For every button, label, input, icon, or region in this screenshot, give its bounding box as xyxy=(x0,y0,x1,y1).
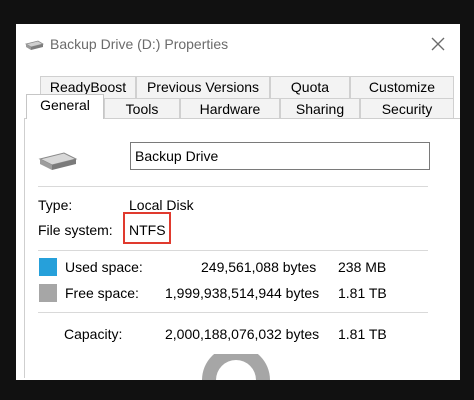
separator xyxy=(38,250,428,251)
tab-security[interactable]: Security xyxy=(360,98,454,120)
tab-tools[interactable]: Tools xyxy=(104,98,180,120)
tab-sharing[interactable]: Sharing xyxy=(280,98,360,120)
close-button[interactable] xyxy=(424,30,452,58)
close-icon xyxy=(431,37,445,51)
tab-general[interactable]: General xyxy=(26,94,104,119)
title-bar[interactable]: Backup Drive (D:) Properties xyxy=(16,24,460,64)
capacity-size: 1.81 TB xyxy=(338,326,387,342)
tab-previous-versions[interactable]: Previous Versions xyxy=(136,76,270,98)
used-space-bytes: 249,561,088 bytes xyxy=(201,259,317,275)
capacity-bytes: 2,000,188,076,032 bytes xyxy=(165,326,320,342)
free-space-label: Free space: xyxy=(65,285,139,301)
separator xyxy=(38,186,428,187)
file-system-label: File system: xyxy=(38,222,113,238)
tab-customize[interactable]: Customize xyxy=(350,76,454,98)
tab-quota[interactable]: Quota xyxy=(270,76,350,98)
window-title: Backup Drive (D:) Properties xyxy=(50,36,229,52)
free-space-bytes: 1,999,938,514,944 bytes xyxy=(165,285,320,301)
used-space-label: Used space: xyxy=(65,259,143,275)
used-space-size: 238 MB xyxy=(338,259,387,275)
separator xyxy=(38,312,428,313)
hard-drive-icon xyxy=(38,152,78,170)
tab-hardware[interactable]: Hardware xyxy=(180,98,280,120)
drive-icon xyxy=(24,40,44,50)
free-space-swatch xyxy=(39,284,57,302)
used-space-swatch xyxy=(39,258,57,276)
type-label: Type: xyxy=(38,197,73,213)
free-space-size: 1.81 TB xyxy=(338,285,387,301)
capacity-label: Capacity: xyxy=(64,326,123,342)
type-value: Local Disk xyxy=(129,197,194,213)
properties-dialog: Backup Drive (D:) Properties ReadyBoost … xyxy=(16,24,460,380)
drive-name-input[interactable] xyxy=(130,142,430,170)
file-system-value: NTFS xyxy=(129,222,166,238)
usage-pie-chart xyxy=(202,354,270,380)
